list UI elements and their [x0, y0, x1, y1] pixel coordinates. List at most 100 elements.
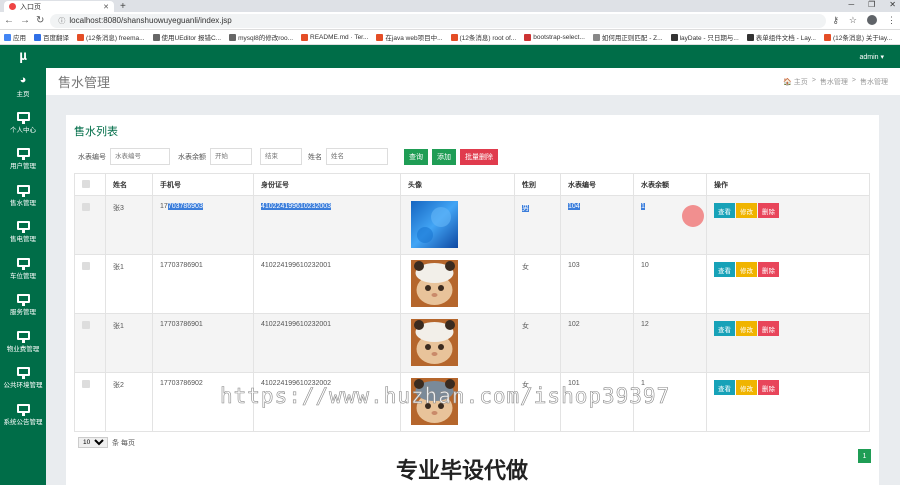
breadcrumb-link[interactable]: 🏠 主页	[783, 77, 808, 87]
bookmark-label: bootstrap-select...	[533, 33, 585, 41]
logo[interactable]: µ	[0, 49, 46, 64]
bookmark-item[interactable]: 应用	[4, 32, 26, 42]
sidebar-item[interactable]: 系统公告管理	[0, 397, 46, 434]
row-checkbox[interactable]	[82, 203, 90, 211]
user-menu[interactable]: admin ▾	[859, 53, 884, 61]
close-window-icon[interactable]: ✕	[889, 0, 896, 9]
bookmark-item[interactable]: 表单组件文档 - Lay...	[746, 32, 816, 42]
bookmark-item[interactable]: 使用UEditor 报错C...	[152, 32, 221, 42]
sidebar-item[interactable]: 服务管理	[0, 287, 46, 324]
delete-button[interactable]: 删除	[758, 203, 779, 218]
info-icon[interactable]: ⓘ	[58, 16, 65, 26]
sidebar-item[interactable]: 车位管理	[0, 251, 46, 288]
forward-icon[interactable]: →	[20, 15, 30, 26]
balance-start-input[interactable]	[210, 148, 252, 165]
balance-label: 水表余额	[178, 153, 206, 161]
avatar-image	[411, 319, 458, 366]
bookmark-item[interactable]: README.md · Ter...	[301, 33, 368, 41]
select-all-checkbox[interactable]	[82, 179, 90, 188]
page-size-select[interactable]: 10	[78, 437, 108, 448]
col-actions: 操作	[706, 173, 870, 196]
view-button[interactable]: 查看	[714, 203, 735, 218]
page-button-current[interactable]: 1	[858, 449, 871, 463]
table-row: 张3 17703786903 410224199610232003 男 104 1 查看 修改…	[74, 195, 870, 255]
monitor-icon	[16, 111, 30, 124]
row-checkbox[interactable]	[82, 380, 90, 388]
bookmark-icon	[152, 33, 160, 41]
sidebar-item-label: 服务管理	[10, 309, 36, 317]
sidebar-item[interactable]: 售水管理	[0, 178, 46, 215]
view-button[interactable]: 查看	[714, 262, 735, 277]
maximize-icon[interactable]: ❐	[868, 0, 875, 9]
batch-delete-button[interactable]: 批量删除	[460, 148, 498, 165]
sidebar-item-label: 物业费管理	[6, 345, 40, 353]
delete-button[interactable]: 删除	[758, 380, 779, 395]
bookmark-item[interactable]: (12条消息) root of...	[450, 32, 516, 42]
row-select-cell[interactable]	[74, 195, 106, 255]
breadcrumb-link[interactable]: 售水管理	[820, 77, 848, 87]
new-tab-icon[interactable]: +	[120, 1, 126, 12]
row-select-cell[interactable]	[74, 313, 106, 373]
browser-tab[interactable]: 入口页 ✕	[4, 1, 114, 12]
sidebar-item[interactable]: 用户管理	[0, 141, 46, 178]
monitor-icon	[16, 221, 30, 234]
bookmark-item[interactable]: 百度翻译	[34, 32, 69, 42]
panel-title: 售水列表	[74, 126, 118, 138]
edit-button[interactable]: 修改	[736, 203, 757, 218]
select-all-header[interactable]	[74, 173, 106, 196]
cell-idcard-text: 410224199610232001	[261, 262, 332, 269]
bookmark-item[interactable]: (12条消息) freema...	[77, 32, 145, 42]
cell-avatar	[400, 313, 515, 373]
sidebar-item[interactable]: ◕ 主页	[0, 68, 46, 105]
name-input[interactable]	[326, 148, 388, 165]
view-button[interactable]: 查看	[714, 380, 735, 395]
back-icon[interactable]: ←	[4, 15, 14, 26]
sidebar-item[interactable]: 个人中心	[0, 105, 46, 142]
balance-end-input[interactable]	[260, 148, 302, 165]
minimize-icon[interactable]: ─	[848, 0, 854, 9]
monitor-icon	[16, 184, 30, 197]
add-button[interactable]: 添加	[432, 148, 456, 165]
sidebar-item[interactable]: 售电管理	[0, 214, 46, 251]
bookmark-item[interactable]: (12条消息) 关于lay...	[824, 32, 892, 42]
monitor-icon	[16, 403, 30, 416]
meter-number-input[interactable]	[110, 148, 170, 165]
bookmark-item[interactable]: bootstrap-select...	[524, 33, 585, 41]
edit-button[interactable]: 修改	[736, 380, 757, 395]
row-checkbox[interactable]	[82, 262, 90, 270]
edit-button[interactable]: 修改	[736, 321, 757, 336]
view-button[interactable]: 查看	[714, 321, 735, 336]
bookmark-item[interactable]: 在java web项目中...	[376, 32, 443, 42]
reload-icon[interactable]: ↻	[36, 15, 44, 26]
cell-phone-a: 17703786902	[160, 380, 203, 387]
top-navbar: µ admin ▾	[0, 45, 900, 68]
bookmark-icon	[376, 33, 384, 41]
sidebar-item[interactable]: 公共环境管理	[0, 360, 46, 397]
row-select-cell[interactable]	[74, 254, 106, 314]
cell-gender-text: 男	[522, 205, 529, 212]
watermark-text: https://www.huzhan.com/ishop39397	[220, 384, 671, 409]
menu-icon[interactable]: ⋮	[887, 15, 896, 26]
bookmark-item[interactable]: layDate - 只日期与...	[670, 32, 739, 42]
delete-button[interactable]: 删除	[758, 321, 779, 336]
page-header: 售水管理 🏠 主页 > 售水管理 > 售水管理	[46, 68, 900, 95]
bookmark-label: 表单组件文档 - Lay...	[755, 35, 816, 42]
cell-name: 张3	[105, 195, 153, 255]
row-select-cell[interactable]	[74, 372, 106, 432]
row-checkbox[interactable]	[82, 321, 90, 329]
edit-button[interactable]: 修改	[736, 262, 757, 277]
cell-actions: 查看 修改 删除	[706, 195, 870, 255]
table-header-row: 姓名 手机号 身份证号 头像 性别 水表编号 水表余额 操作	[74, 173, 870, 196]
sidebar-item[interactable]: 物业费管理	[0, 324, 46, 361]
delete-button[interactable]: 删除	[758, 262, 779, 277]
star-icon[interactable]: ☆	[849, 15, 857, 26]
close-tab-icon[interactable]: ✕	[103, 3, 109, 11]
url-field[interactable]: ⓘ localhost:8080/shanshuowuyeguanli/inde…	[50, 13, 827, 28]
breadcrumb-link[interactable]: 售水管理	[860, 77, 888, 87]
bookmark-item[interactable]: mysql8的修改roo...	[229, 32, 293, 42]
profile-icon[interactable]	[867, 15, 877, 25]
key-icon[interactable]: ⚷	[832, 15, 839, 26]
bookmark-item[interactable]: 如何用正则匹配 - Z...	[592, 32, 663, 42]
sidebar-item-label: 系统公告管理	[3, 418, 43, 426]
query-button[interactable]: 查询	[404, 148, 428, 165]
